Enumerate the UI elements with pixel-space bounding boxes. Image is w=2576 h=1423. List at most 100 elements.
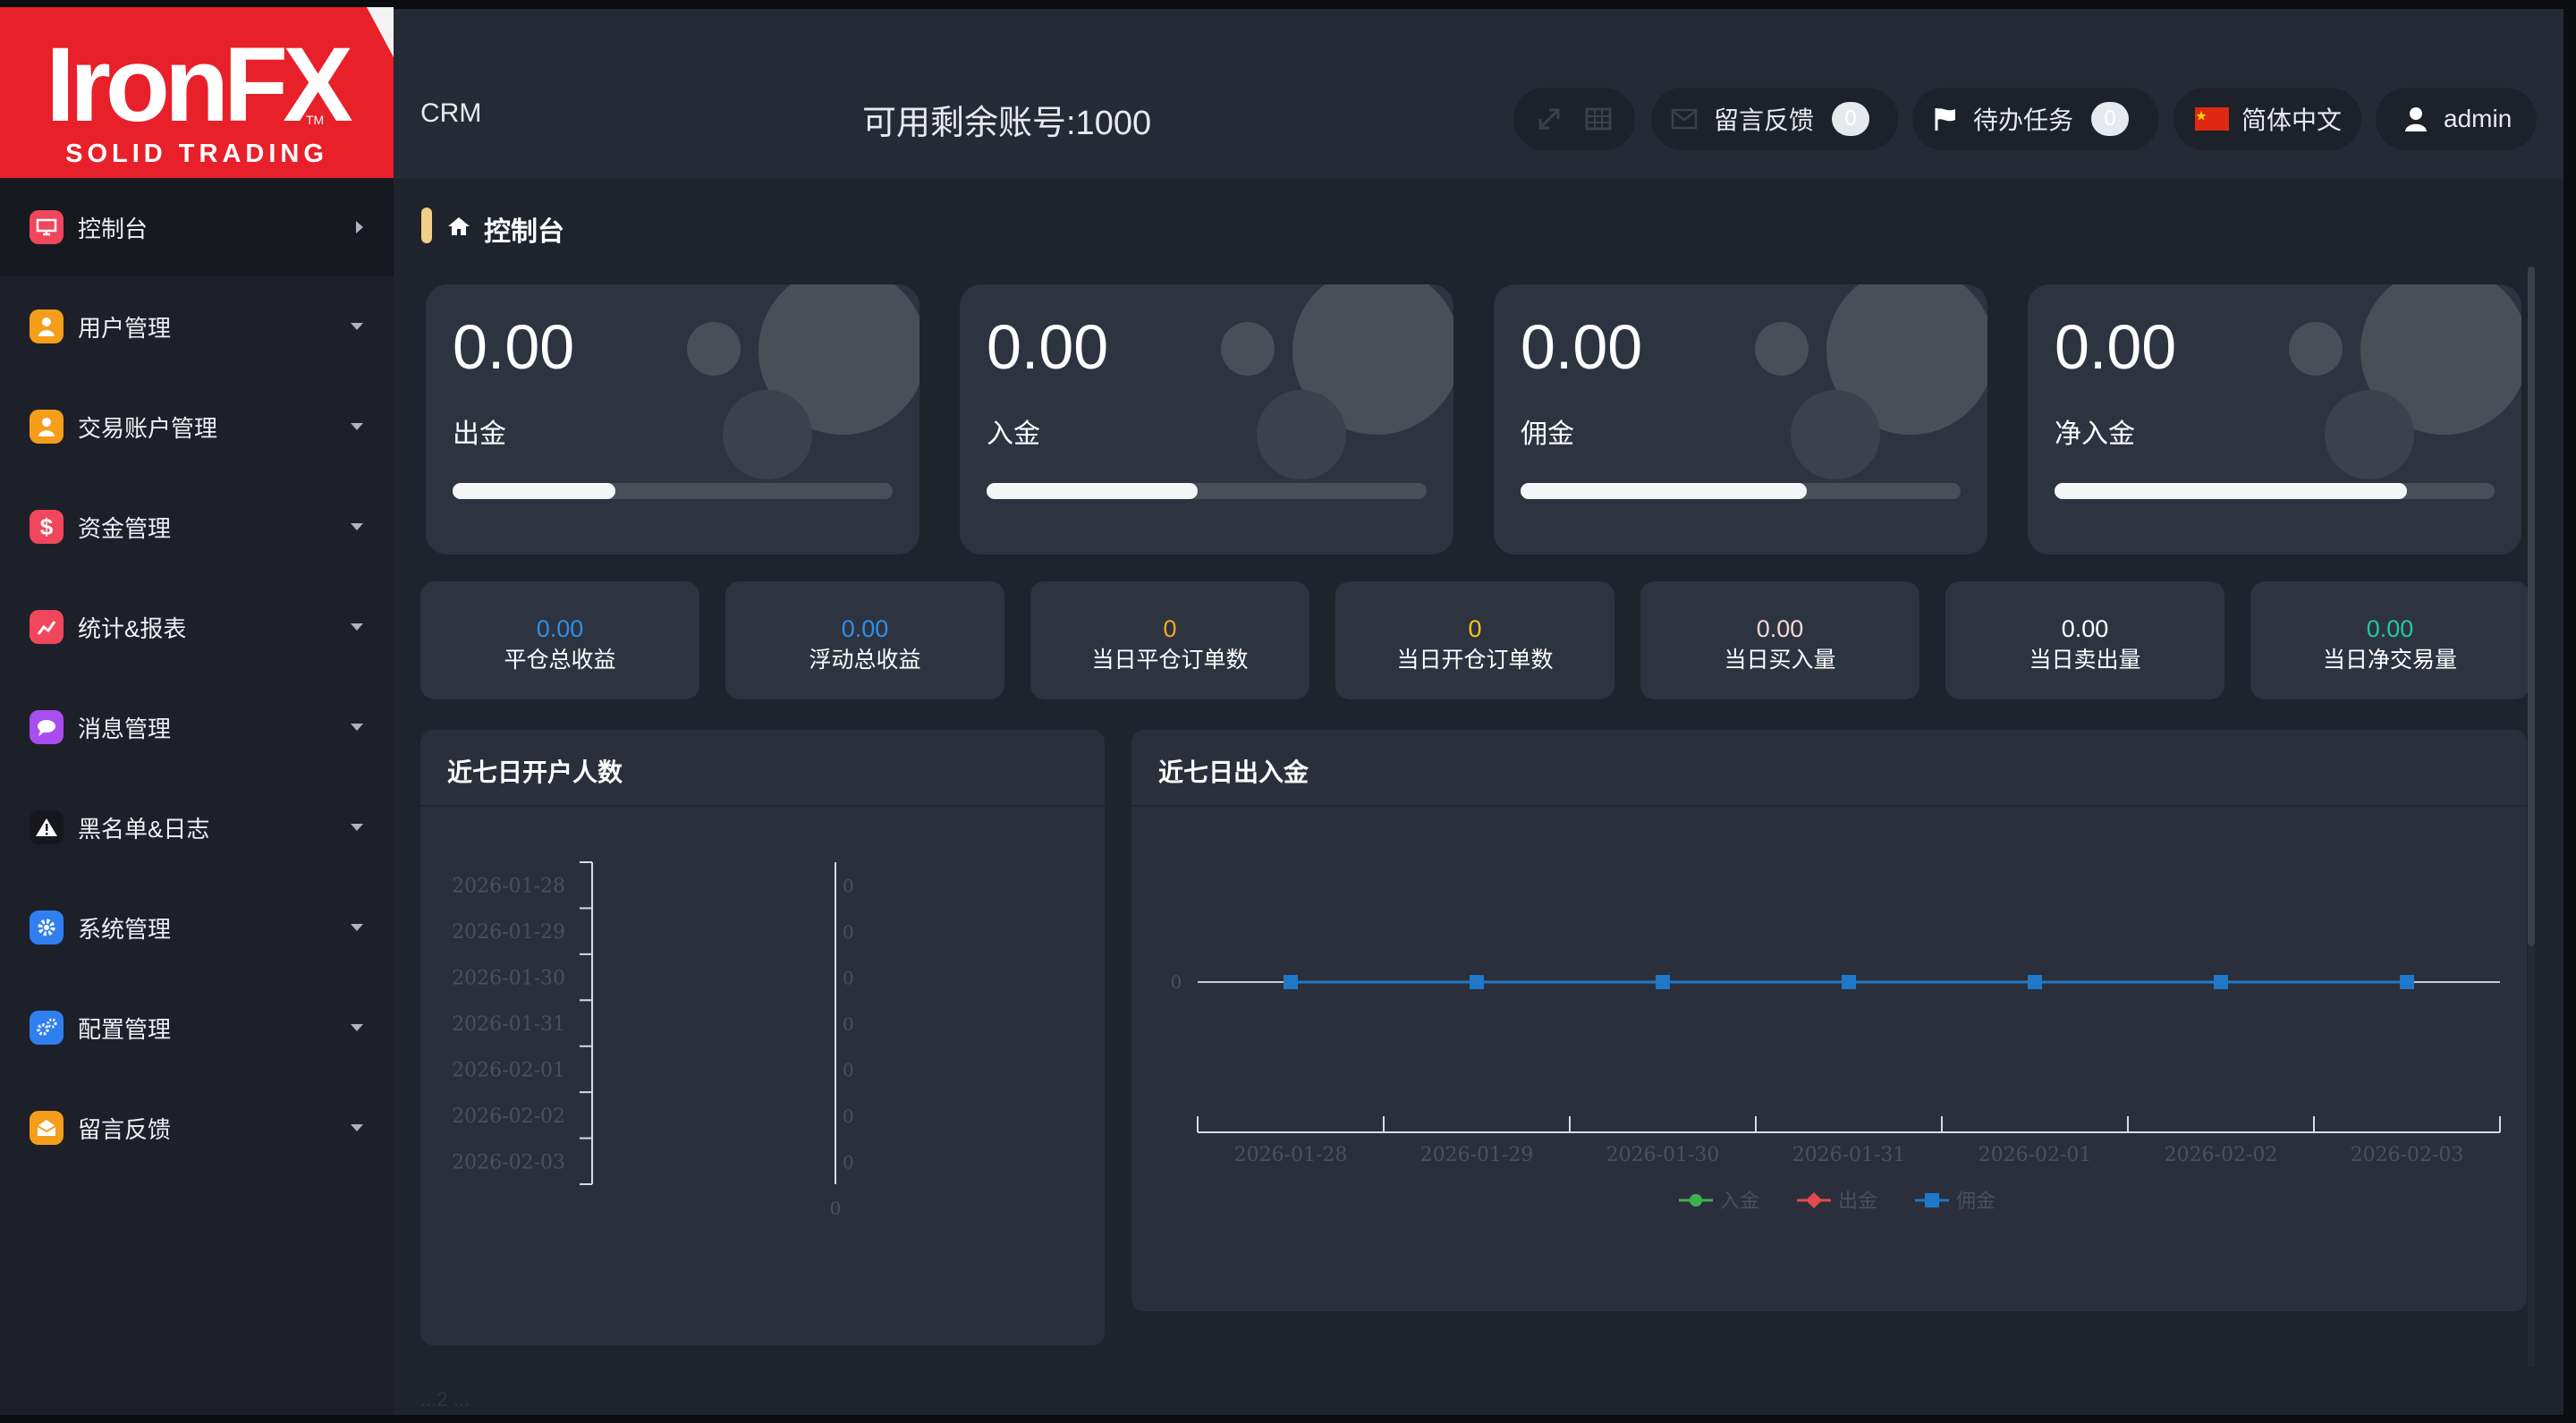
panel-title: 近七日开户人数: [447, 758, 623, 786]
gears-icon: [30, 1011, 64, 1045]
data-point: [1656, 975, 1670, 989]
feedback-label: 留言反馈: [1714, 106, 1815, 134]
faded-footer-text: ...2 ...: [420, 1388, 470, 1410]
progress-fill: [1521, 483, 1807, 499]
stat-label: 浮动总收益: [809, 648, 921, 673]
tasks-count-badge: 0: [2091, 102, 2130, 136]
stat-label: 当日开仓订单数: [1396, 648, 1554, 673]
language-label: 简体中文: [2241, 106, 2343, 134]
chevron-down-icon: [351, 323, 363, 330]
home-icon[interactable]: [447, 216, 470, 237]
sidebar-item-blacklist-logs[interactable]: 黑名单&日志: [0, 778, 394, 877]
dollar-icon: $: [30, 510, 64, 544]
fullscreen-toggle[interactable]: [1513, 88, 1635, 150]
window-bottom-border: [0, 1415, 2576, 1423]
y-tick-label: 2026-02-02: [452, 1105, 565, 1128]
progress-fill: [987, 483, 1199, 499]
sidebar-item-label: 配置管理: [78, 1015, 172, 1043]
stat-daily-sell-volume: 0.00 当日卖出量: [1945, 581, 2224, 699]
sidebar: 控制台 用户管理 交易账户管理 $ 资金管理 统计&报表 消息管理 黑名单&日志…: [0, 178, 394, 1415]
progress-fill: [2055, 483, 2407, 499]
language-selector[interactable]: 简体中文: [2174, 88, 2361, 150]
data-point: [1284, 975, 1298, 989]
stat-label: 当日平仓订单数: [1091, 648, 1249, 673]
stat-value: 0.00: [1756, 615, 1804, 642]
logo-corner: [367, 7, 394, 57]
sidebar-item-label: 黑名单&日志: [78, 815, 210, 843]
card-value: 0.00: [2055, 312, 2177, 382]
data-point: [2028, 975, 2042, 989]
decor-circle: [1221, 322, 1275, 376]
y-tick-label: 2026-02-01: [452, 1059, 565, 1081]
card-net-deposit: 0.00 净入金: [2028, 284, 2521, 555]
feedback-button[interactable]: 留言反馈 0: [1651, 88, 1898, 150]
decor-circle: [1257, 390, 1346, 479]
sidebar-item-label: 用户管理: [78, 314, 172, 342]
data-point: [1470, 975, 1484, 989]
expand-icon[interactable]: [1537, 106, 1562, 131]
sidebar-item-label: 消息管理: [78, 715, 172, 742]
chevron-down-icon: [351, 1024, 363, 1031]
progress-bar: [453, 483, 893, 499]
window-right-border: [2563, 0, 2576, 1423]
chevron-down-icon: [351, 724, 363, 731]
card-label: 佣金: [1521, 419, 1574, 449]
sidebar-item-config[interactable]: 配置管理: [0, 978, 394, 1077]
sidebar-item-feedback[interactable]: 留言反馈: [0, 1079, 394, 1177]
card-label: 入金: [987, 419, 1040, 449]
monitor-icon: [30, 210, 64, 244]
logo-tm: TM: [306, 113, 325, 127]
warning-icon: [30, 810, 64, 844]
crm-title: CRM: [420, 98, 482, 128]
stat-daily-closed-orders: 0 当日平仓订单数: [1030, 581, 1309, 699]
data-label: 0: [843, 1105, 854, 1127]
stat-closed-profit: 0.00 平仓总收益: [420, 581, 699, 699]
sidebar-item-system[interactable]: 系统管理: [0, 878, 394, 977]
data-point: [2400, 975, 2414, 989]
sidebar-item-users[interactable]: 用户管理: [0, 277, 394, 376]
progress-fill: [453, 483, 616, 499]
tasks-label: 待办任务: [1973, 106, 2074, 134]
sidebar-item-dashboard[interactable]: 控制台: [0, 178, 394, 276]
sidebar-item-label: 系统管理: [78, 915, 172, 943]
decor-circle: [723, 390, 812, 479]
stat-label: 当日卖出量: [2029, 648, 2141, 673]
stat-value: 0.00: [536, 615, 584, 642]
username: admin: [2444, 105, 2512, 132]
card-value: 0.00: [1521, 312, 1643, 382]
sidebar-item-messages[interactable]: 消息管理: [0, 678, 394, 776]
sidebar-item-trading-accounts[interactable]: 交易账户管理: [0, 377, 394, 476]
scrollbar-track[interactable]: [2528, 946, 2535, 1367]
china-flag-icon: [2195, 107, 2229, 131]
x-tick-label: 2026-01-30: [1606, 1144, 1720, 1166]
legend-marker: [1690, 1194, 1702, 1207]
sidebar-item-reports[interactable]: 统计&报表: [0, 578, 394, 676]
stat-value: 0: [1468, 615, 1482, 642]
card-value: 0.00: [987, 312, 1109, 382]
user-icon: [30, 309, 64, 343]
progress-bar: [2055, 483, 2495, 499]
chevron-down-icon: [351, 1124, 363, 1131]
stat-daily-open-orders: 0 当日开仓订单数: [1335, 581, 1614, 699]
pending-tasks-button[interactable]: 待办任务 0: [1912, 88, 2159, 150]
decor-circle: [2289, 322, 2343, 376]
ironfx-logo[interactable]: IronFX TM SOLID TRADING: [0, 7, 394, 182]
chevron-down-icon: [351, 824, 363, 831]
logo-tagline: SOLID TRADING: [65, 140, 328, 168]
legend-marker: [1806, 1192, 1822, 1208]
x-tick-label: 2026-01-29: [1420, 1144, 1534, 1166]
x-tick-label: 2026-02-01: [1979, 1144, 2092, 1166]
y-tick-label: 2026-01-30: [452, 968, 565, 990]
user-icon: [2405, 107, 2427, 131]
user-menu[interactable]: admin: [2376, 88, 2537, 150]
sidebar-item-funds[interactable]: $ 资金管理: [0, 478, 394, 576]
grid-icon[interactable]: [1585, 106, 1612, 131]
scrollbar-thumb[interactable]: [2528, 267, 2535, 946]
progress-bar: [1521, 483, 1961, 499]
data-label: 0: [843, 921, 854, 943]
chevron-down-icon: [351, 423, 363, 430]
card-label: 净入金: [2055, 419, 2135, 449]
available-accounts-text: 可用剩余账号:1000: [862, 105, 1152, 142]
y-tick-label: 2026-01-28: [452, 876, 565, 898]
decor-circle: [1791, 390, 1880, 479]
